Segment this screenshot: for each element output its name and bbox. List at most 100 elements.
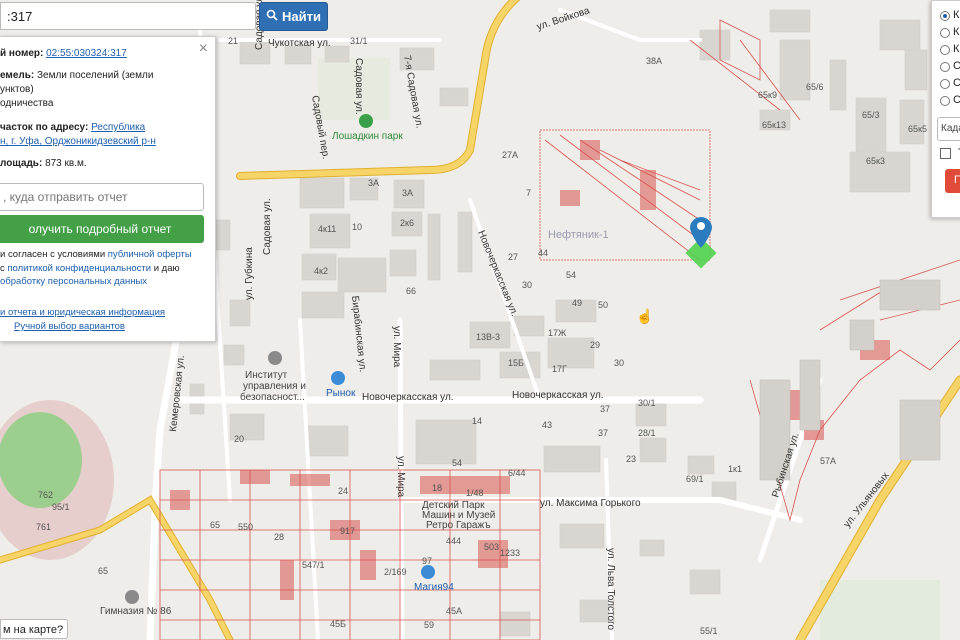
search-button-label: Найти (282, 9, 321, 24)
house-number: 95/1 (52, 502, 70, 512)
layer-select-label: Када (941, 123, 960, 134)
poi-label: Лошадкин парк (332, 131, 403, 142)
house-number: 762 (38, 490, 53, 500)
house-number: 65 (98, 566, 108, 576)
house-number: 24 (338, 486, 348, 496)
poi-label: Рынок (326, 388, 356, 399)
poi-label: Ретро Гаражъ (426, 520, 491, 531)
house-number: 1/48 (466, 488, 484, 498)
house-number: 20 (234, 434, 244, 444)
street-label: ул. Мира (395, 456, 406, 498)
email-field[interactable] (0, 183, 204, 211)
house-number: 17Ж (548, 328, 567, 338)
street-label: ул. Мира (391, 326, 402, 368)
category-row: емель: Земли поселений (земли (0, 69, 153, 83)
poi-label: Институт (245, 370, 288, 381)
shop-icon[interactable] (421, 565, 435, 579)
address-label: часток по адресу: (0, 122, 89, 133)
layer-radio[interactable] (940, 28, 950, 38)
search-input[interactable] (0, 2, 256, 30)
get-report-button[interactable]: олучить подробный отчет (0, 215, 204, 243)
layer-select[interactable]: Када (937, 117, 960, 141)
address-link[interactable]: н, г. Уфа, Орджоникидзевский р-н (0, 136, 156, 147)
institute-icon[interactable] (268, 351, 282, 365)
consent-text: и согласен с условиями (0, 249, 106, 260)
search-button[interactable]: Найти (259, 2, 328, 31)
layer-panel: К К К С С С Када Т П (931, 0, 960, 218)
consent-text: и даю (153, 263, 180, 274)
layer-radio[interactable] (940, 11, 950, 21)
house-number: 3A (402, 188, 413, 198)
park-icon[interactable] (359, 114, 373, 128)
street-label: Новочеркасская ул. (512, 390, 604, 401)
house-number: 45Б (330, 619, 346, 629)
house-number: 550 (238, 522, 253, 532)
house-number: 30/1 (638, 398, 656, 408)
house-number: 4к11 (318, 224, 336, 234)
house-number: 65к13 (762, 120, 786, 130)
house-number: 54 (566, 270, 576, 280)
layer-label: С (953, 77, 960, 89)
house-number: 761 (36, 522, 51, 532)
house-number: 444 (446, 536, 461, 546)
layer-radio[interactable] (940, 62, 950, 72)
get-report-label: олучить подробный отчет (28, 222, 172, 236)
layer-radio[interactable] (940, 79, 950, 89)
layer-radio[interactable] (940, 45, 950, 55)
address-row: часток по адресу: Республика (0, 121, 145, 135)
privacy-link[interactable]: политикой конфиденциальности (7, 263, 151, 274)
house-number: 59 (424, 620, 434, 630)
house-number: 3A (368, 178, 379, 188)
legal-info-link[interactable]: и отчета и юридическая информация (0, 307, 165, 318)
map-help-button[interactable]: м на карте? (0, 619, 68, 639)
house-number: 503 (484, 542, 499, 552)
poi-label: Гимназия № 86 (100, 606, 172, 617)
house-number: 69/1 (686, 474, 704, 484)
house-number: 66 (406, 286, 416, 296)
house-number: 65к3 (866, 156, 885, 166)
house-number: 65 (210, 520, 220, 530)
house-number: 44 (538, 248, 548, 258)
layer-radio[interactable] (940, 96, 950, 106)
area-label: лощадь: (0, 158, 43, 169)
cadastral-number-link[interactable]: 02:55:030324:317 (46, 48, 127, 59)
market-icon[interactable] (331, 371, 345, 385)
house-number: 2к6 (400, 218, 414, 228)
house-number: 17Г (552, 364, 567, 374)
apply-button[interactable]: П (945, 169, 960, 193)
consent-line: с политикой конфиденциальности и даю (0, 262, 180, 276)
offer-link[interactable]: публичной оферты (108, 249, 192, 260)
house-number: 1233 (500, 548, 520, 558)
street-label: ул. Максима Горького (540, 498, 641, 509)
house-number: 14 (472, 416, 482, 426)
personal-data-link[interactable]: обработку персональных данных (0, 276, 147, 287)
house-number: 50 (598, 300, 608, 310)
house-number: 54 (452, 458, 462, 468)
area-row: лощадь: 873 кв.м. (0, 157, 87, 171)
area-value: 873 кв.м. (45, 158, 87, 169)
layer-checkbox[interactable] (940, 148, 951, 159)
house-number: 4к2 (314, 266, 328, 276)
house-number: 57A (820, 456, 836, 466)
house-number: 37 (598, 428, 608, 438)
street-label: Новочеркасская ул. (362, 392, 454, 403)
close-icon[interactable]: × (199, 40, 208, 58)
manual-selection-link[interactable]: Ручной выбор вариантов (14, 321, 125, 332)
house-number: 30 (614, 358, 624, 368)
layer-label: С (953, 94, 960, 106)
house-number: 55/1 (700, 626, 718, 636)
hand-cursor-icon: ☝ (636, 308, 654, 324)
poi-label: Нефтяник-1 (548, 229, 609, 241)
street-label: ул. Льва Толстого (605, 548, 616, 630)
house-number: 31/1 (350, 36, 368, 46)
consent-text: с (0, 263, 5, 274)
house-number: 65к9 (758, 90, 777, 100)
house-number: 45A (446, 606, 462, 616)
school-icon[interactable] (125, 590, 139, 604)
house-number: 28 (274, 532, 284, 542)
category-line3: одничества (0, 98, 54, 109)
house-number: 65/6 (806, 82, 824, 92)
address-link[interactable]: Республика (91, 122, 145, 133)
house-number: 917 (340, 526, 355, 536)
house-number: 38A (646, 56, 662, 66)
